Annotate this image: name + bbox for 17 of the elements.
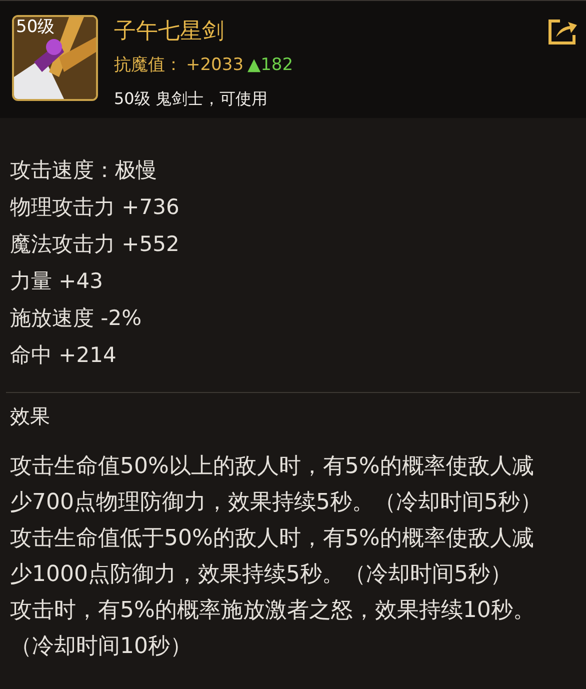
stat-line: 物理攻击力 +736 bbox=[10, 194, 180, 221]
stat-line: 命中 +214 bbox=[10, 342, 118, 369]
item-name: 子午七星剑 bbox=[114, 18, 225, 46]
effect-text: 攻击生命值低于50%的敌人时，有5%的概率使敌人减少1000点防御力，效果持续5秒。（冷却时间5秒） bbox=[10, 525, 535, 589]
stat-value: +2033 bbox=[186, 54, 244, 77]
stat-line: 攻击速度：极慢 bbox=[10, 157, 158, 184]
section-title: 效果 bbox=[9, 403, 51, 430]
effect-text: 攻击时，有5%的概率施放激者之怒，效果持续10秒。（冷却时间10秒） bbox=[10, 597, 536, 661]
stat-change: ▲182 bbox=[248, 54, 294, 77]
stat-line: 魔法攻击力 +552 bbox=[10, 231, 180, 258]
level-label: 50级 bbox=[16, 17, 55, 38]
stat-line: 力量 +43 bbox=[10, 268, 104, 295]
effect-text: 攻击生命值50%以上的敌人时，有5%的概率使敌人减少700点物理防御力，效果持续5秒。（冷却时间5秒） bbox=[10, 453, 543, 517]
stat-label: 抗魔值： bbox=[114, 54, 182, 77]
stat-line: 施放速度 -2% bbox=[10, 305, 143, 332]
requirement-text: 50级 鬼剑士，可使用 bbox=[114, 88, 268, 110]
share-icon[interactable] bbox=[546, 17, 578, 47]
